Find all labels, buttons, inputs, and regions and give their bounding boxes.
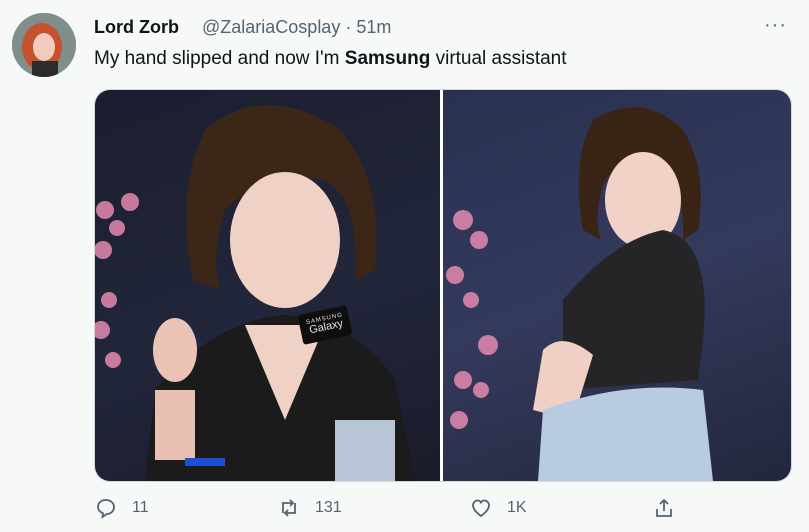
avatar[interactable] — [12, 13, 76, 77]
reply-count: 11 — [132, 499, 149, 516]
heart-icon — [472, 499, 490, 518]
display-name[interactable]: Lord Zorb — [94, 17, 179, 37]
more-options-icon[interactable]: ··· — [764, 14, 787, 37]
photo-right[interactable] — [443, 90, 791, 481]
photo-left-image — [95, 105, 415, 481]
photo-left[interactable]: SAMSUNG Galaxy — [95, 90, 440, 481]
reply-action[interactable]: 11 — [94, 496, 149, 520]
tweet-text-start: My hand slipped and now I'm — [94, 48, 345, 69]
tweet: Lord Zorb @ZalariaCosplay · 51m ··· My h… — [0, 0, 809, 532]
media-grid: SAMSUNG Galaxy — [94, 89, 792, 482]
tweet-header: Lord Zorb @ZalariaCosplay · 51m — [94, 17, 391, 38]
photo-right-image — [446, 107, 713, 481]
like-action[interactable]: 1K — [469, 496, 527, 520]
reply-icon — [97, 499, 115, 519]
avatar-image — [12, 13, 76, 77]
tweet-actions: 11 131 1K — [94, 496, 790, 526]
handle-and-time[interactable]: @ZalariaCosplay · 51m — [202, 17, 391, 37]
retweet-action[interactable]: 131 — [277, 496, 342, 520]
share-icon — [656, 498, 672, 517]
tweet-text-bold: Samsung — [344, 48, 431, 69]
tweet-text: My hand slipped and now I'm Samsung virt… — [94, 48, 567, 70]
like-count: 1K — [507, 499, 527, 516]
tweet-text-end: virtual assistant — [430, 48, 567, 69]
retweet-count: 131 — [315, 499, 342, 516]
share-action[interactable] — [652, 496, 676, 520]
retweet-icon — [282, 499, 296, 517]
